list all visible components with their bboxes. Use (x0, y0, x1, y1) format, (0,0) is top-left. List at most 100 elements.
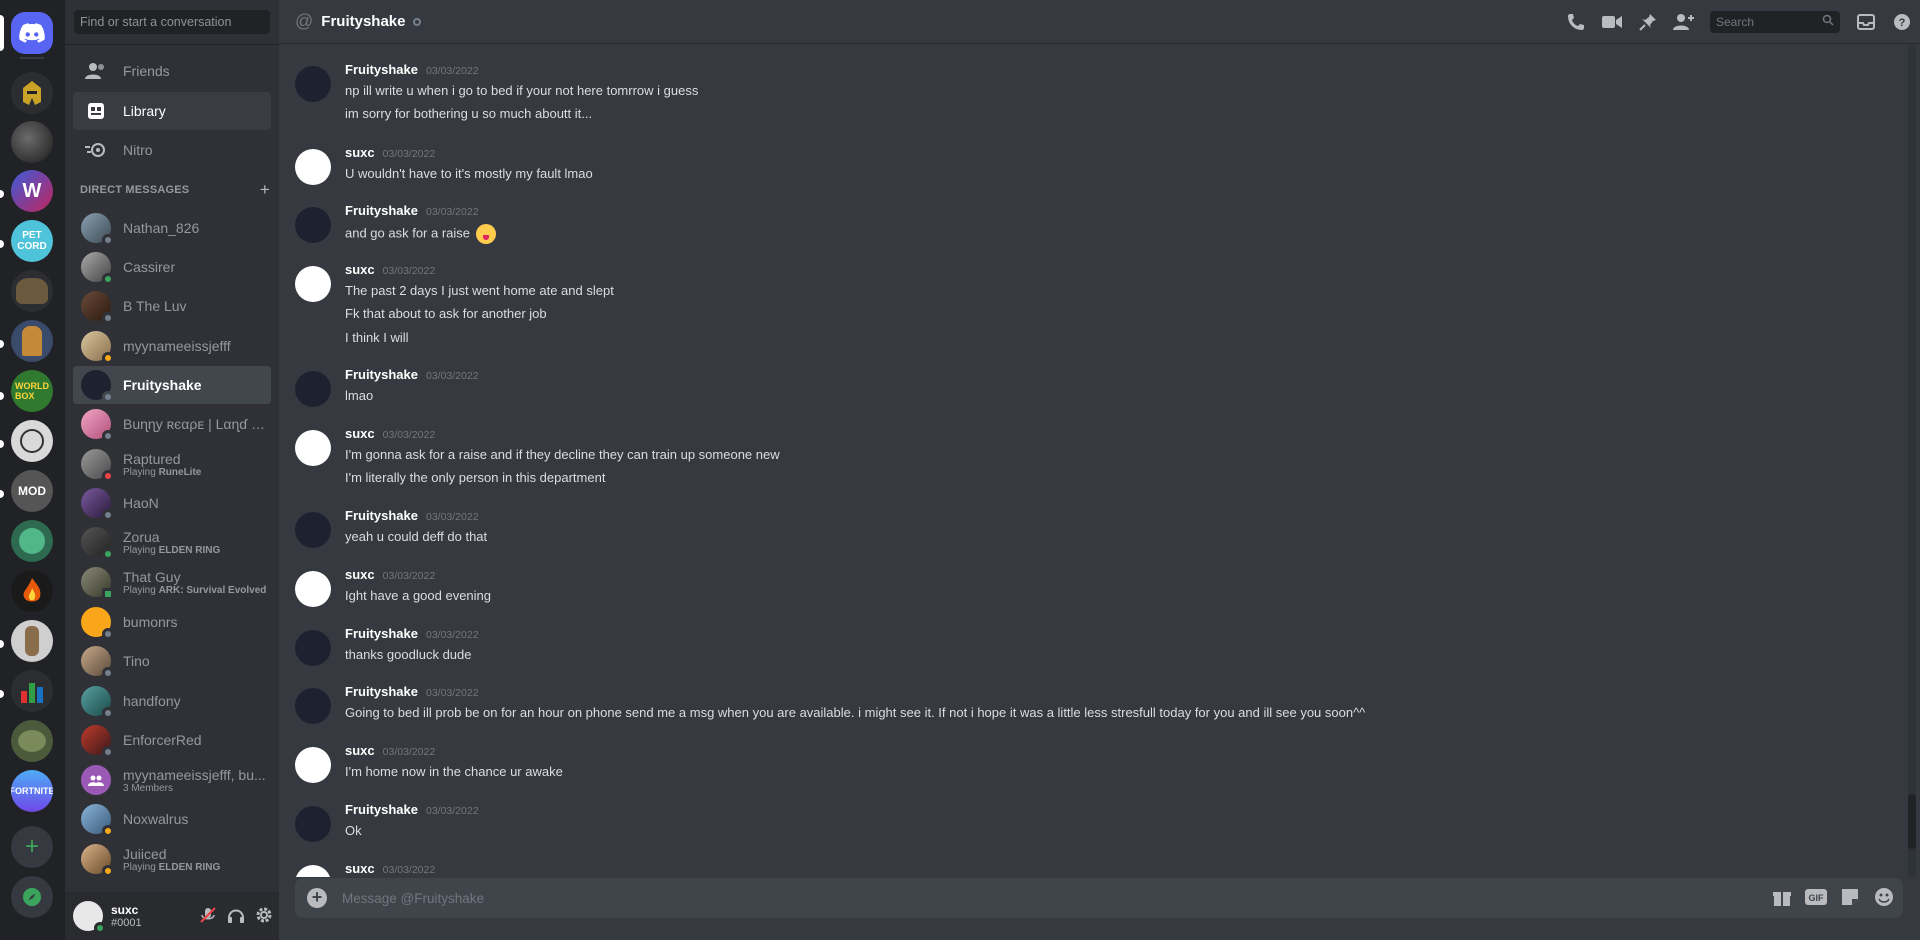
inbox-icon[interactable] (1848, 0, 1884, 44)
dm-item[interactable]: Nathan_826 (73, 209, 271, 247)
dm-item[interactable]: Raptured Playing RuneLite (73, 445, 271, 483)
dm-item[interactable]: Zorua Playing ELDEN RING (73, 523, 271, 561)
avatar[interactable] (295, 371, 331, 407)
dm-item-selected[interactable]: Fruityshake (73, 366, 271, 404)
avatar[interactable] (295, 66, 331, 102)
server-icon-character[interactable] (11, 320, 53, 362)
flame-icon (23, 578, 41, 602)
server-icon-chart[interactable] (11, 670, 53, 712)
server-icon-sketch[interactable] (11, 420, 53, 462)
server-icon-photo[interactable] (11, 121, 53, 163)
emoji-picker-icon[interactable] (1873, 886, 1895, 908)
author-name[interactable]: Fruityshake (345, 626, 418, 641)
nav-friends[interactable]: Friends (73, 52, 271, 90)
gift-icon[interactable] (1771, 886, 1793, 908)
add-server-button[interactable]: + (11, 826, 53, 868)
dm-item-group[interactable]: myynameeissjefff, bu... 3 Members (73, 761, 271, 799)
start-video-call-icon[interactable] (1594, 0, 1630, 44)
dm-item[interactable]: Cassirer (73, 248, 271, 286)
avatar[interactable] (295, 688, 331, 724)
author-name[interactable]: suxc (345, 145, 375, 160)
home-button[interactable] (11, 12, 53, 54)
server-icon-dino[interactable] (11, 720, 53, 762)
dm-item[interactable]: Buɳɳy ʀєαρᴇ | Lαɳɗ σ... (73, 405, 271, 443)
nav-library[interactable]: Library (73, 92, 271, 130)
user-avatar[interactable] (73, 901, 106, 934)
mute-microphone-icon[interactable] (199, 906, 217, 929)
avatar[interactable] (295, 430, 331, 466)
headphones-icon[interactable] (227, 906, 245, 929)
offline-status-icon (413, 17, 422, 26)
dm-item[interactable]: myynameeissjefff (73, 327, 271, 365)
dm-item[interactable]: handfony (73, 682, 271, 720)
message-composer[interactable]: + Message @Fruityshake GIF (295, 878, 1903, 918)
scrollbar-thumb[interactable] (1908, 794, 1916, 849)
server-icon-helmet[interactable] (11, 72, 53, 114)
server-icon-petcord[interactable]: PET CORD (11, 220, 53, 262)
server-rail: W PET CORD WORLD BOX MOD FORTNITE + (0, 0, 65, 940)
server-icon-wolf[interactable] (11, 270, 53, 312)
message-text: Ok (345, 823, 362, 838)
unread-indicator (0, 340, 4, 348)
tongue-emoji-icon (475, 224, 496, 244)
avatar[interactable] (295, 571, 331, 607)
unread-indicator (0, 490, 4, 498)
author-name[interactable]: suxc (345, 861, 375, 876)
avatar[interactable] (295, 747, 331, 783)
search-input[interactable]: Search (1710, 11, 1840, 33)
settings-gear-icon[interactable] (255, 906, 273, 929)
dm-item[interactable]: Noxwalrus (73, 800, 271, 838)
avatar (81, 370, 114, 403)
author-name[interactable]: suxc (345, 743, 375, 758)
gif-icon[interactable]: GIF (1805, 886, 1827, 908)
author-name[interactable]: Fruityshake (345, 684, 418, 699)
message-input[interactable]: Message @Fruityshake (342, 891, 484, 906)
dm-item[interactable]: Tino (73, 642, 271, 680)
avatar[interactable] (295, 630, 331, 666)
server-icon-worldbox[interactable]: WORLD BOX (11, 370, 53, 412)
dm-item[interactable]: bumonrs (73, 603, 271, 641)
start-voice-call-icon[interactable] (1558, 0, 1594, 44)
status-idle (102, 865, 114, 877)
message-text: thanks goodluck dude (345, 647, 472, 662)
author-name[interactable]: Fruityshake (345, 62, 418, 77)
author-name[interactable]: Fruityshake (345, 802, 418, 817)
avatar[interactable] (295, 512, 331, 548)
avatar (81, 252, 114, 285)
avatar[interactable] (295, 207, 331, 243)
unread-indicator (0, 440, 4, 448)
help-icon[interactable]: ? (1884, 0, 1920, 44)
server-icon-mod[interactable]: MOD (11, 470, 53, 512)
server-icon-fortnite[interactable]: FORTNITE (11, 770, 53, 812)
author-name[interactable]: Fruityshake (345, 203, 418, 218)
author-name[interactable]: suxc (345, 426, 375, 441)
explore-servers-button[interactable] (11, 876, 53, 918)
dm-item[interactable]: Juiiced Playing ELDEN RING (73, 840, 271, 878)
avatar[interactable] (295, 149, 331, 185)
avatar[interactable] (295, 266, 331, 302)
author-name[interactable]: Fruityshake (345, 508, 418, 523)
pinned-messages-icon[interactable] (1630, 0, 1666, 44)
author-name[interactable]: suxc (345, 567, 375, 582)
avatar[interactable] (295, 865, 331, 877)
dm-item[interactable]: HaoN (73, 484, 271, 522)
message-text: and go ask for a raise (345, 225, 471, 241)
dm-item[interactable]: EnforcerRed (73, 721, 271, 759)
server-icon-anatomy[interactable] (11, 620, 53, 662)
server-icon-flame[interactable] (11, 570, 53, 612)
conversation-search-input[interactable]: Find or start a conversation (74, 10, 270, 34)
add-friends-to-dm-icon[interactable] (1666, 0, 1702, 44)
author-name[interactable]: Fruityshake (345, 367, 418, 382)
message-scrollbar[interactable] (1908, 45, 1916, 877)
server-icon-w[interactable]: W (11, 170, 53, 212)
upload-plus-icon[interactable]: + (307, 888, 327, 908)
server-icon-creature[interactable] (11, 520, 53, 562)
create-dm-plus-icon[interactable]: + (260, 180, 270, 200)
dm-item[interactable]: That Guy Playing ARK: Survival Evolved (73, 563, 271, 601)
nav-nitro[interactable]: Nitro (73, 131, 271, 169)
author-name[interactable]: suxc (345, 262, 375, 277)
avatar[interactable] (295, 806, 331, 842)
user-tag: #0001 (111, 917, 142, 929)
dm-item[interactable]: B The Luv (73, 287, 271, 325)
sticker-icon[interactable] (1839, 886, 1861, 908)
